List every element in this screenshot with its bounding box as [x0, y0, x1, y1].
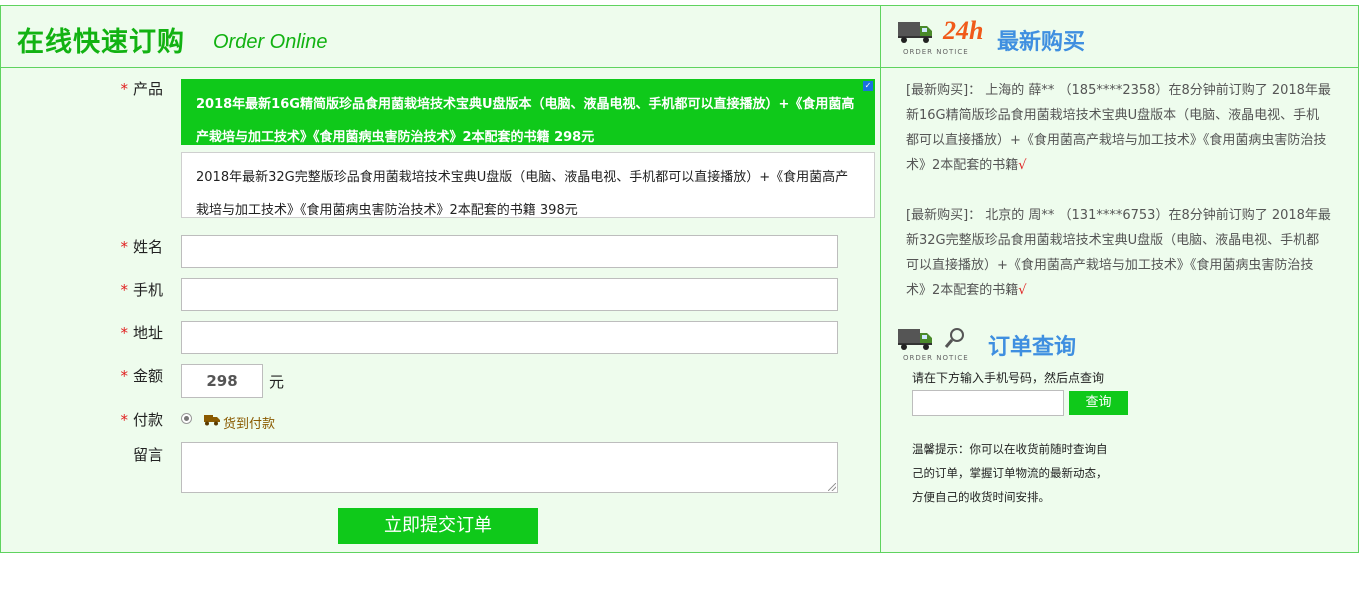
order-lookup-title: 订单查询 — [988, 334, 1077, 360]
lookup-phone-input[interactable] — [912, 390, 1064, 416]
notice-caption: ORDER NOTICE — [903, 354, 969, 362]
order-form-title: 在线快速订购 — [17, 27, 185, 58]
check-icon: √ — [1018, 283, 1027, 298]
name-input[interactable] — [181, 235, 838, 268]
check-icon: ✓ — [863, 81, 873, 91]
truck-icon — [898, 329, 932, 350]
order-form-subtitle: Order Online — [213, 31, 328, 53]
phone-label: * 手机 — [120, 281, 163, 299]
product-option-label: 2018年最新16G精简版珍品食用菌栽培技术宝典U盘版本（电脑、液晶电视、手机都… — [196, 97, 855, 145]
order-form-header: 在线快速订购 Order Online — [1, 6, 880, 68]
recent-orders-title: 最新购买 — [997, 29, 1086, 55]
amount-unit: 元 — [269, 373, 285, 391]
phone-input[interactable] — [181, 278, 838, 311]
magnifier-icon — [944, 328, 964, 348]
lookup-button[interactable]: 查询 — [1069, 391, 1128, 415]
address-input[interactable] — [181, 321, 838, 354]
resize-grip-icon[interactable] — [828, 483, 836, 491]
sidebar-panel: ORDER NOTICE 24h 最新购买 [最新购买]： 上海的 薛** （1… — [881, 6, 1358, 552]
submit-order-button[interactable]: 立即提交订单 — [338, 508, 538, 544]
required-mark: * — [120, 80, 128, 98]
product-option-32g[interactable]: 2018年最新32G完整版珍品食用菌栽培技术宝典U盘版（电脑、液晶电视、手机都可… — [181, 152, 875, 218]
order-form-panel: 在线快速订购 Order Online * 产品 2018年最新16G精简版珍品食… — [1, 6, 881, 552]
check-icon: √ — [1018, 158, 1027, 173]
payment-label: * 付款 — [120, 411, 163, 429]
product-label: * 产品 — [120, 80, 163, 98]
truck-icon — [204, 415, 220, 426]
product-option-label: 2018年最新32G完整版珍品食用菌栽培技术宝典U盘版（电脑、液晶电视、手机都可… — [196, 170, 849, 218]
24h-badge: 24h — [943, 16, 984, 45]
address-label: * 地址 — [120, 324, 163, 342]
name-label: * 姓名 — [120, 238, 163, 256]
recent-order-item: [最新购买]： 北京的 周** （131****6753）在8分钟前订购了 20… — [906, 208, 1331, 298]
truck-icon — [898, 22, 932, 43]
message-textarea[interactable] — [181, 442, 838, 493]
amount-label: * 金额 — [120, 367, 163, 385]
message-label: 留言 — [132, 446, 163, 464]
recent-order-item: [最新购买]： 上海的 薛** （185****2358）在8分钟前订购了 20… — [906, 83, 1331, 173]
notice-caption: ORDER NOTICE — [903, 48, 969, 56]
payment-option-label: 货到付款 — [223, 417, 276, 432]
lookup-tip: 温馨提示：你可以在收货前随时查询自己的订单，掌握订单物流的最新动态，方便自己的收… — [912, 442, 1108, 504]
amount-field[interactable]: 298 — [181, 364, 263, 398]
product-option-16g[interactable]: 2018年最新16G精简版珍品食用菌栽培技术宝典U盘版本（电脑、液晶电视、手机都… — [181, 79, 875, 145]
recent-orders-header: ORDER NOTICE 24h 最新购买 — [881, 6, 1358, 68]
order-lookup-hint: 请在下方输入手机号码，然后点查询 — [912, 371, 1105, 385]
order-page: 在线快速订购 Order Online * 产品 2018年最新16G精简版珍品食… — [0, 5, 1359, 553]
payment-radio[interactable] — [181, 413, 192, 424]
